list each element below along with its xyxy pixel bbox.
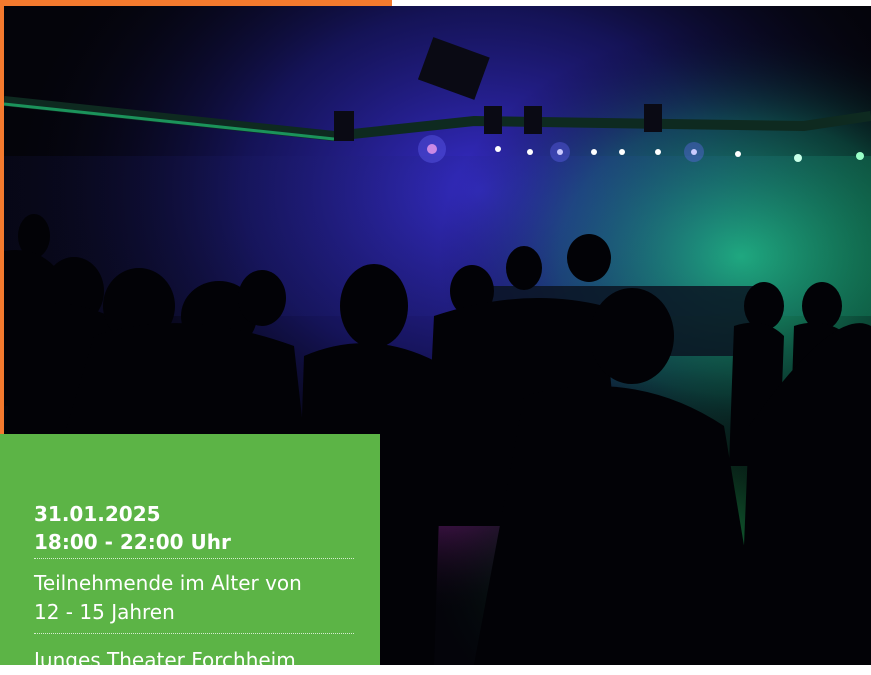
event-time: 18:00 - 22:00 Uhr (34, 530, 231, 554)
event-date: 31.01.2025 (34, 502, 161, 526)
event-info-box: 31.01.2025 18:00 - 22:00 Uhr Teilnehmend… (0, 434, 380, 672)
participants-line-2: 12 - 15 Jahren (34, 600, 175, 624)
participants-text: Teilnehmende im Alter von 12 - 15 Jahren (34, 559, 354, 633)
participants-line-1: Teilnehmende im Alter von (34, 571, 302, 595)
venue-text: Junges Theater Forchheim (34, 648, 296, 672)
